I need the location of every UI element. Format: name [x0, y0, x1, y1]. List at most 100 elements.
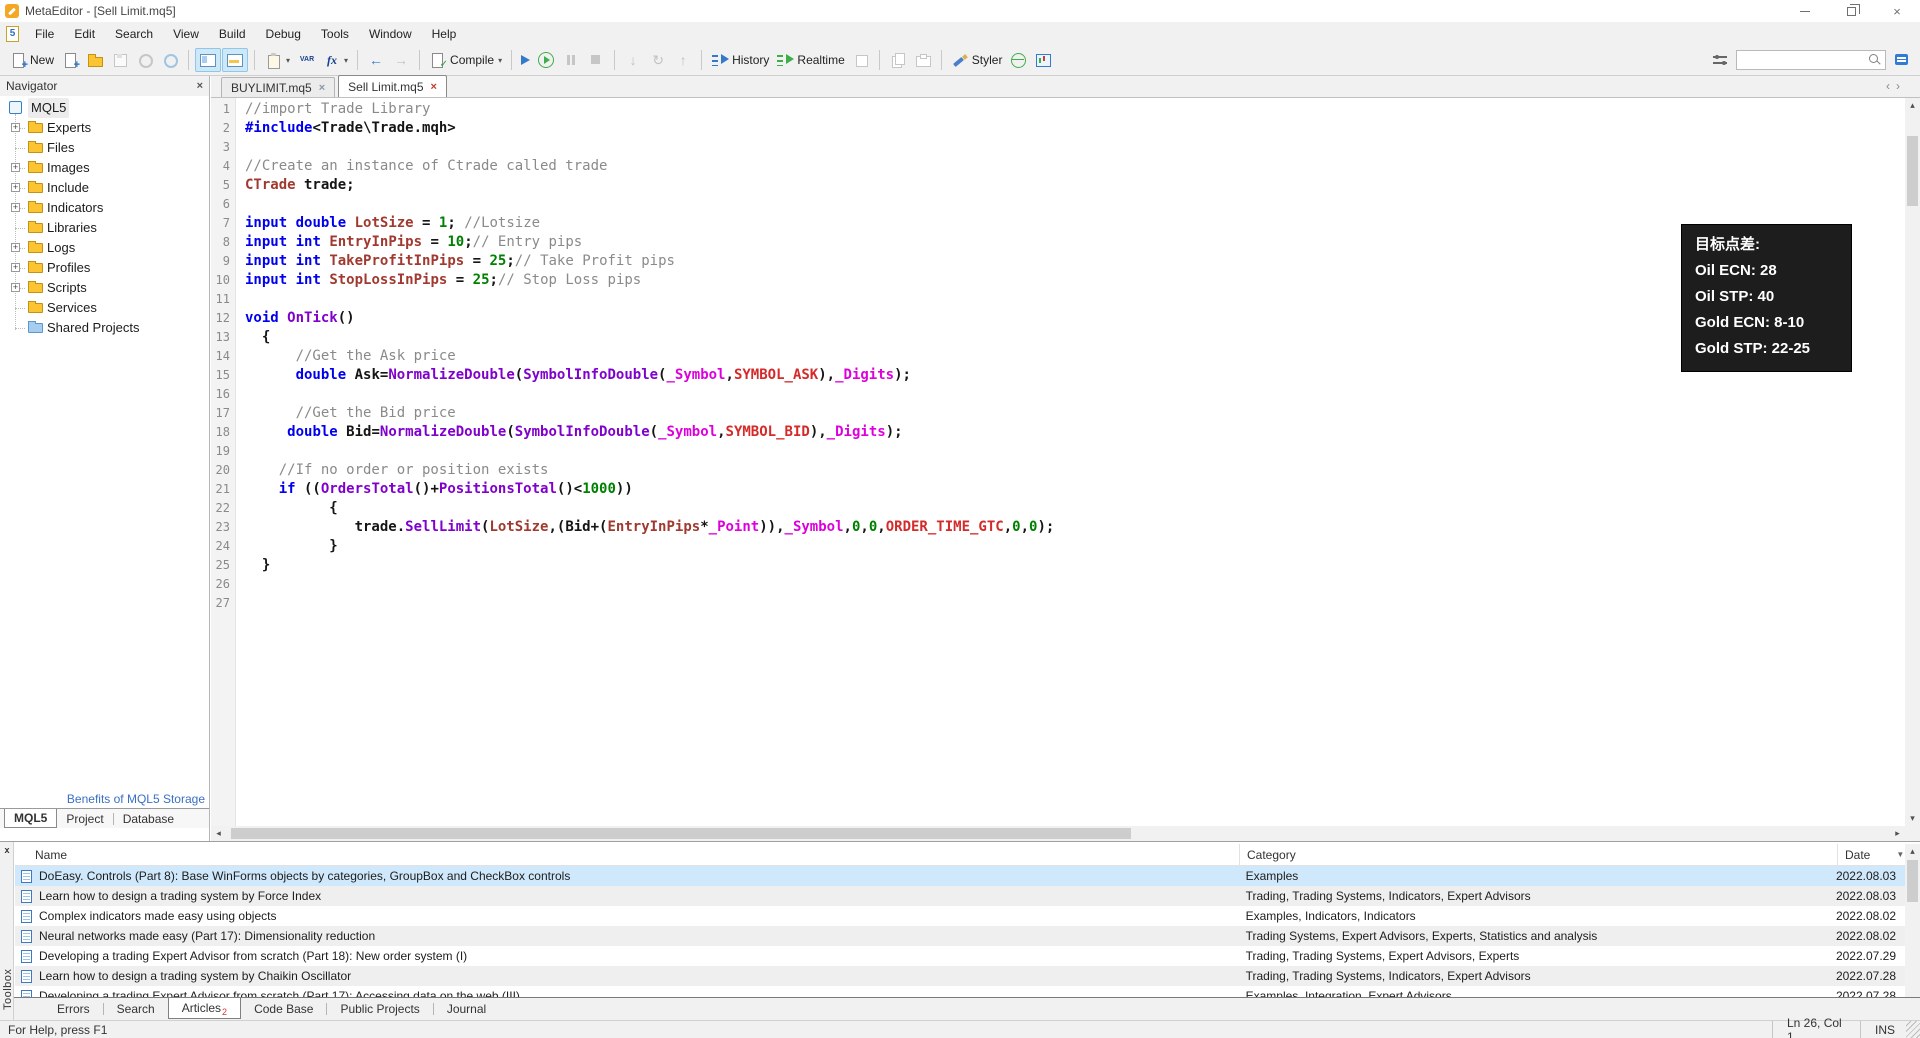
- expand-plus-icon[interactable]: +: [11, 163, 20, 172]
- article-row[interactable]: Complex indicators made easy using objec…: [15, 906, 1905, 926]
- expand-plus-icon[interactable]: +: [11, 263, 20, 272]
- article-row[interactable]: Neural networks made easy (Part 17): Dim…: [15, 926, 1905, 946]
- step-over-button[interactable]: ↻: [646, 48, 670, 72]
- tree-item-mql5[interactable]: MQL5: [0, 98, 209, 118]
- expand-plus-icon[interactable]: +: [11, 283, 20, 292]
- step-out-button[interactable]: ↑: [671, 48, 695, 72]
- expand-plus-icon[interactable]: +: [11, 243, 20, 252]
- article-row[interactable]: DoEasy. Controls (Part 8): Base WinForms…: [15, 866, 1905, 886]
- storage-benefits-link[interactable]: Benefits of MQL5 Storage: [0, 790, 205, 808]
- tree-item-profiles[interactable]: +Profiles: [0, 258, 209, 278]
- copy-button[interactable]: [886, 48, 910, 72]
- resize-grip[interactable]: [1906, 1021, 1920, 1038]
- navigate-back-button[interactable]: ←: [364, 48, 388, 72]
- toolbox-tab-public-projects[interactable]: Public Projects: [327, 998, 432, 1020]
- toolbox-tab-articles[interactable]: Articles2: [168, 997, 241, 1019]
- mql5-community-button[interactable]: [1006, 48, 1030, 72]
- toolbox-tab-search[interactable]: Search: [104, 998, 168, 1020]
- new-button[interactable]: New: [6, 48, 57, 72]
- tree-item-logs[interactable]: +Logs: [0, 238, 209, 258]
- tree-item-shared-projects[interactable]: Shared Projects: [0, 318, 209, 338]
- navigator-tab-project[interactable]: Project: [57, 809, 112, 828]
- toolbar-search-input[interactable]: [1736, 50, 1886, 70]
- toolbox-close-icon[interactable]: x: [0, 844, 14, 856]
- article-row[interactable]: Learn how to design a trading system by …: [15, 966, 1905, 986]
- menu-item-window[interactable]: Window: [359, 22, 422, 45]
- tree-item-indicators[interactable]: +Indicators: [0, 198, 209, 218]
- scroll-up-icon[interactable]: ▴: [1905, 98, 1920, 113]
- menu-item-edit[interactable]: Edit: [64, 22, 105, 45]
- tree-item-files[interactable]: Files: [0, 138, 209, 158]
- editor-tab-buylimit-mq5[interactable]: BUYLIMIT.mq5×: [221, 77, 335, 97]
- navigate-forward-button[interactable]: →: [389, 48, 413, 72]
- add-file-button[interactable]: [58, 48, 82, 72]
- docs-button[interactable]: [1890, 48, 1914, 72]
- styler-button[interactable]: Styler: [948, 48, 1006, 72]
- scroll-up-icon[interactable]: ▴: [1905, 844, 1920, 859]
- tab-scroll-right-icon[interactable]: ›: [1896, 79, 1900, 93]
- expand-plus-icon[interactable]: +: [11, 183, 20, 192]
- storage-activate-button[interactable]: [158, 48, 182, 72]
- editor-tab-sell-limit-mq5[interactable]: Sell Limit.mq5×: [338, 75, 447, 97]
- article-row[interactable]: Developing a trading Expert Advisor from…: [15, 946, 1905, 966]
- scroll-left-icon[interactable]: ◂: [211, 826, 226, 841]
- toolbox-tab-code-base[interactable]: Code Base: [241, 998, 326, 1020]
- screenshot-button[interactable]: [911, 48, 935, 72]
- scroll-right-icon[interactable]: ▸: [1890, 826, 1905, 841]
- navigator-tab-mql5[interactable]: MQL5: [4, 809, 57, 828]
- menu-item-view[interactable]: View: [163, 22, 209, 45]
- start-debug-button[interactable]: [518, 48, 533, 72]
- navigator-tab-database[interactable]: Database: [114, 809, 183, 828]
- editor-horizontal-scrollbar[interactable]: ◂ ▸: [211, 826, 1905, 841]
- column-header-date[interactable]: Date▼: [1838, 844, 1905, 865]
- toolbox-tab-journal[interactable]: Journal: [434, 998, 499, 1020]
- start-button[interactable]: [534, 48, 558, 72]
- menu-item-build[interactable]: Build: [209, 22, 256, 45]
- tree-item-experts[interactable]: +Experts: [0, 118, 209, 138]
- insert-variable-button[interactable]: VAR: [294, 48, 320, 72]
- compile-button[interactable]: Compile▾: [426, 48, 505, 72]
- storage-sync-button[interactable]: [133, 48, 157, 72]
- tree-item-services[interactable]: Services: [0, 298, 209, 318]
- column-header-category[interactable]: Category: [1240, 844, 1838, 865]
- save-button[interactable]: [108, 48, 132, 72]
- tab-scroll-left-icon[interactable]: ‹: [1886, 79, 1890, 93]
- editor-vertical-scrollbar[interactable]: ▴ ▾: [1905, 98, 1920, 826]
- toggle-navigator-button[interactable]: [195, 48, 221, 72]
- navigator-close-icon[interactable]: ×: [197, 80, 203, 92]
- horizontal-scroll-thumb[interactable]: [231, 828, 1131, 839]
- close-button[interactable]: ×: [1874, 0, 1920, 22]
- expand-plus-icon[interactable]: +: [11, 203, 20, 212]
- menu-item-help[interactable]: Help: [422, 22, 467, 45]
- tree-item-images[interactable]: +Images: [0, 158, 209, 178]
- tree-item-include[interactable]: +Include: [0, 178, 209, 198]
- restore-button[interactable]: [1828, 0, 1874, 22]
- snippets-button[interactable]: ▾: [261, 48, 293, 72]
- scroll-down-icon[interactable]: ▾: [1905, 811, 1920, 826]
- article-row[interactable]: Learn how to design a trading system by …: [15, 886, 1905, 906]
- articles-scrollbar[interactable]: ▴: [1905, 844, 1920, 997]
- toolbox-tab-errors[interactable]: Errors: [44, 998, 103, 1020]
- code-editor[interactable]: 1//import Trade Library2#include<Trade\T…: [211, 98, 1905, 826]
- menu-item-file[interactable]: File: [25, 22, 64, 45]
- insert-function-button[interactable]: fx▾: [321, 48, 351, 72]
- realtime-test-button[interactable]: Realtime: [773, 48, 847, 72]
- terminal-button[interactable]: [1031, 48, 1055, 72]
- step-into-button[interactable]: ↓: [621, 48, 645, 72]
- search-settings-button[interactable]: [1708, 48, 1732, 72]
- stop-button[interactable]: [584, 48, 608, 72]
- search-icon[interactable]: [1866, 51, 1884, 69]
- tree-item-scripts[interactable]: +Scripts: [0, 278, 209, 298]
- tab-close-icon[interactable]: ×: [431, 82, 437, 92]
- menu-item-tools[interactable]: Tools: [311, 22, 359, 45]
- menu-item-debug[interactable]: Debug: [256, 22, 311, 45]
- column-header-name[interactable]: Name: [15, 844, 1240, 865]
- vertical-scroll-thumb[interactable]: [1907, 136, 1918, 206]
- articles-scroll-thumb[interactable]: [1907, 860, 1918, 902]
- minimize-button[interactable]: [1782, 0, 1828, 22]
- menu-item-search[interactable]: Search: [105, 22, 163, 45]
- expand-plus-icon[interactable]: +: [11, 123, 20, 132]
- tab-close-icon[interactable]: ×: [319, 83, 325, 93]
- open-button[interactable]: [83, 48, 107, 72]
- history-test-button[interactable]: History: [708, 48, 772, 72]
